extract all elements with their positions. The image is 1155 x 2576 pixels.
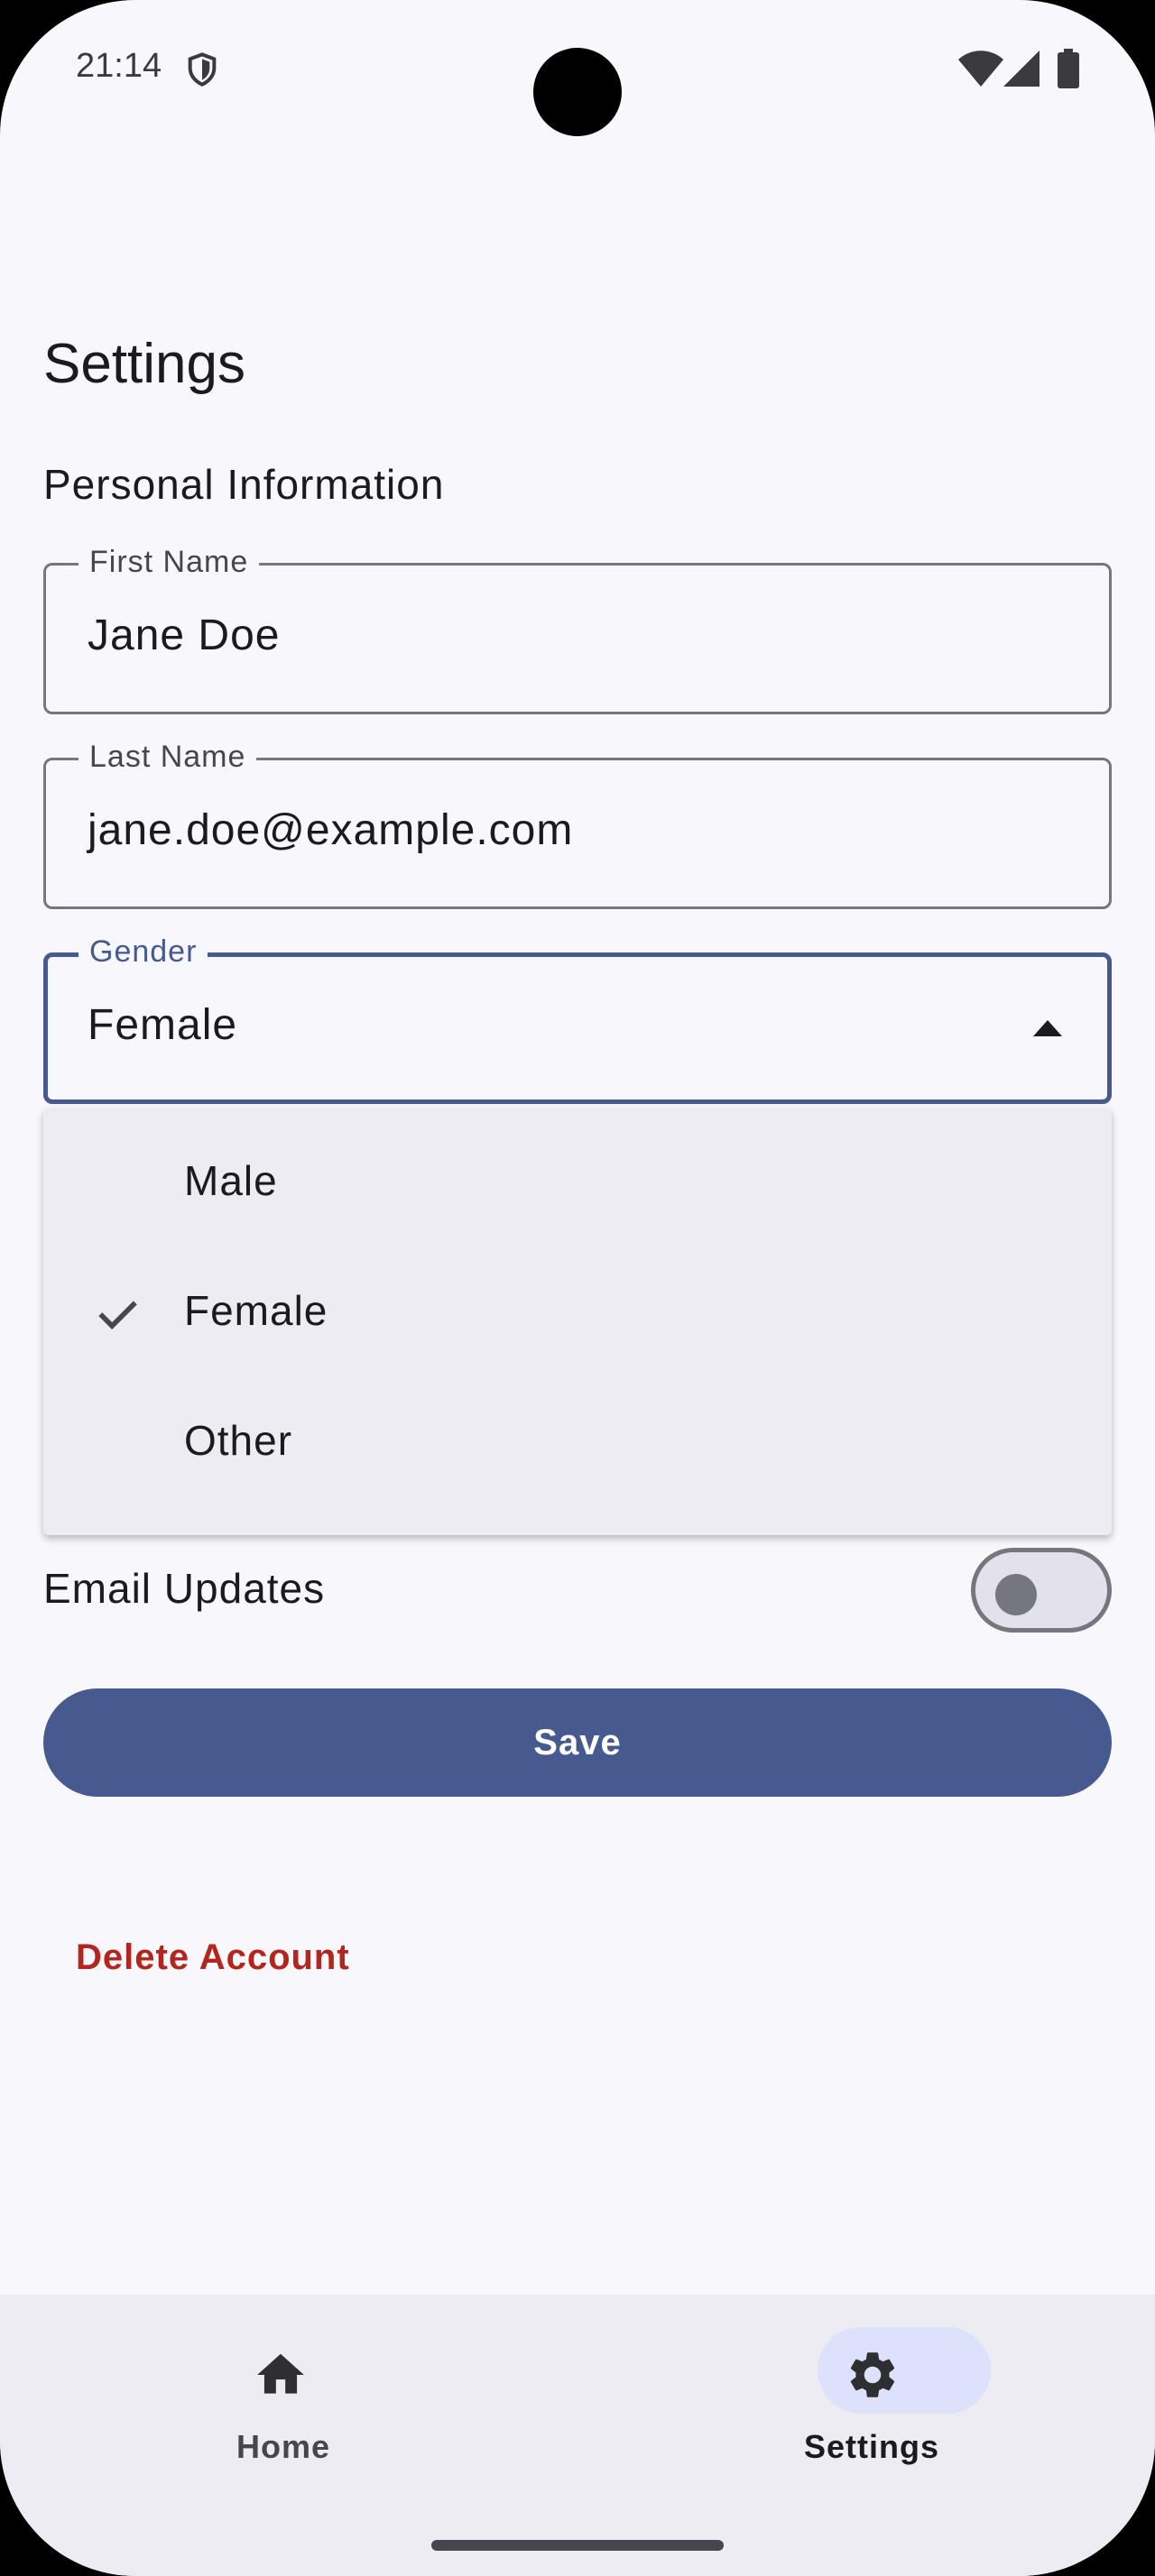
camera-cutout [533, 48, 622, 136]
gear-icon [850, 2352, 895, 2397]
gender-value: Female [88, 1001, 238, 1049]
email-updates-switch[interactable] [971, 1548, 1112, 1633]
delete-account-button[interactable]: Delete Account [76, 1937, 350, 1978]
first-name-field[interactable]: First Name Jane Doe [43, 544, 1112, 714]
gesture-bar [431, 2540, 724, 2551]
last-name-label: Last Name [79, 739, 257, 775]
signal-icon [1003, 51, 1040, 87]
first-name-value: Jane Doe [88, 612, 281, 659]
switch-thumb [995, 1574, 1037, 1615]
email-updates-label: Email Updates [43, 1565, 326, 1612]
status-time: 21:14 [76, 47, 162, 85]
nav-active-indicator [818, 2327, 991, 2414]
last-name-value: jane.doe@example.com [88, 806, 574, 854]
nav-item-home[interactable]: Home [139, 2295, 428, 2475]
nav-label-home: Home [236, 2428, 331, 2465]
section-title: Personal Information [43, 461, 445, 508]
home-icon [257, 2353, 304, 2394]
wifi-icon [958, 51, 1003, 87]
nav-label-settings: Settings [803, 2428, 939, 2465]
check-icon [98, 1301, 137, 1329]
gender-menu: Male Female Other [43, 1108, 1112, 1535]
nav-item-settings[interactable]: Settings [727, 2295, 1016, 2475]
menu-item-label: Female [184, 1287, 328, 1334]
menu-item-male[interactable]: Male [43, 1117, 1112, 1247]
save-button[interactable]: Save [43, 1688, 1112, 1797]
shield-icon [188, 52, 217, 87]
menu-item-female[interactable]: Female [43, 1247, 1112, 1376]
page-title: Settings [43, 333, 246, 395]
first-name-label: First Name [79, 544, 260, 580]
caret-up-icon[interactable] [1033, 1020, 1062, 1036]
gender-label: Gender [79, 934, 208, 970]
menu-item-label: Other [184, 1417, 293, 1464]
menu-item-label: Male [184, 1157, 278, 1204]
last-name-field[interactable]: Last Name jane.doe@example.com [43, 739, 1112, 909]
battery-icon [1058, 49, 1079, 88]
gender-dropdown[interactable]: Gender Female [43, 934, 1112, 1104]
phone-screen: 21:14 Settings Personal Information Firs… [0, 0, 1155, 2576]
menu-item-other[interactable]: Other [43, 1376, 1112, 1506]
bottom-navigation: Home Settings [0, 2295, 1155, 2576]
